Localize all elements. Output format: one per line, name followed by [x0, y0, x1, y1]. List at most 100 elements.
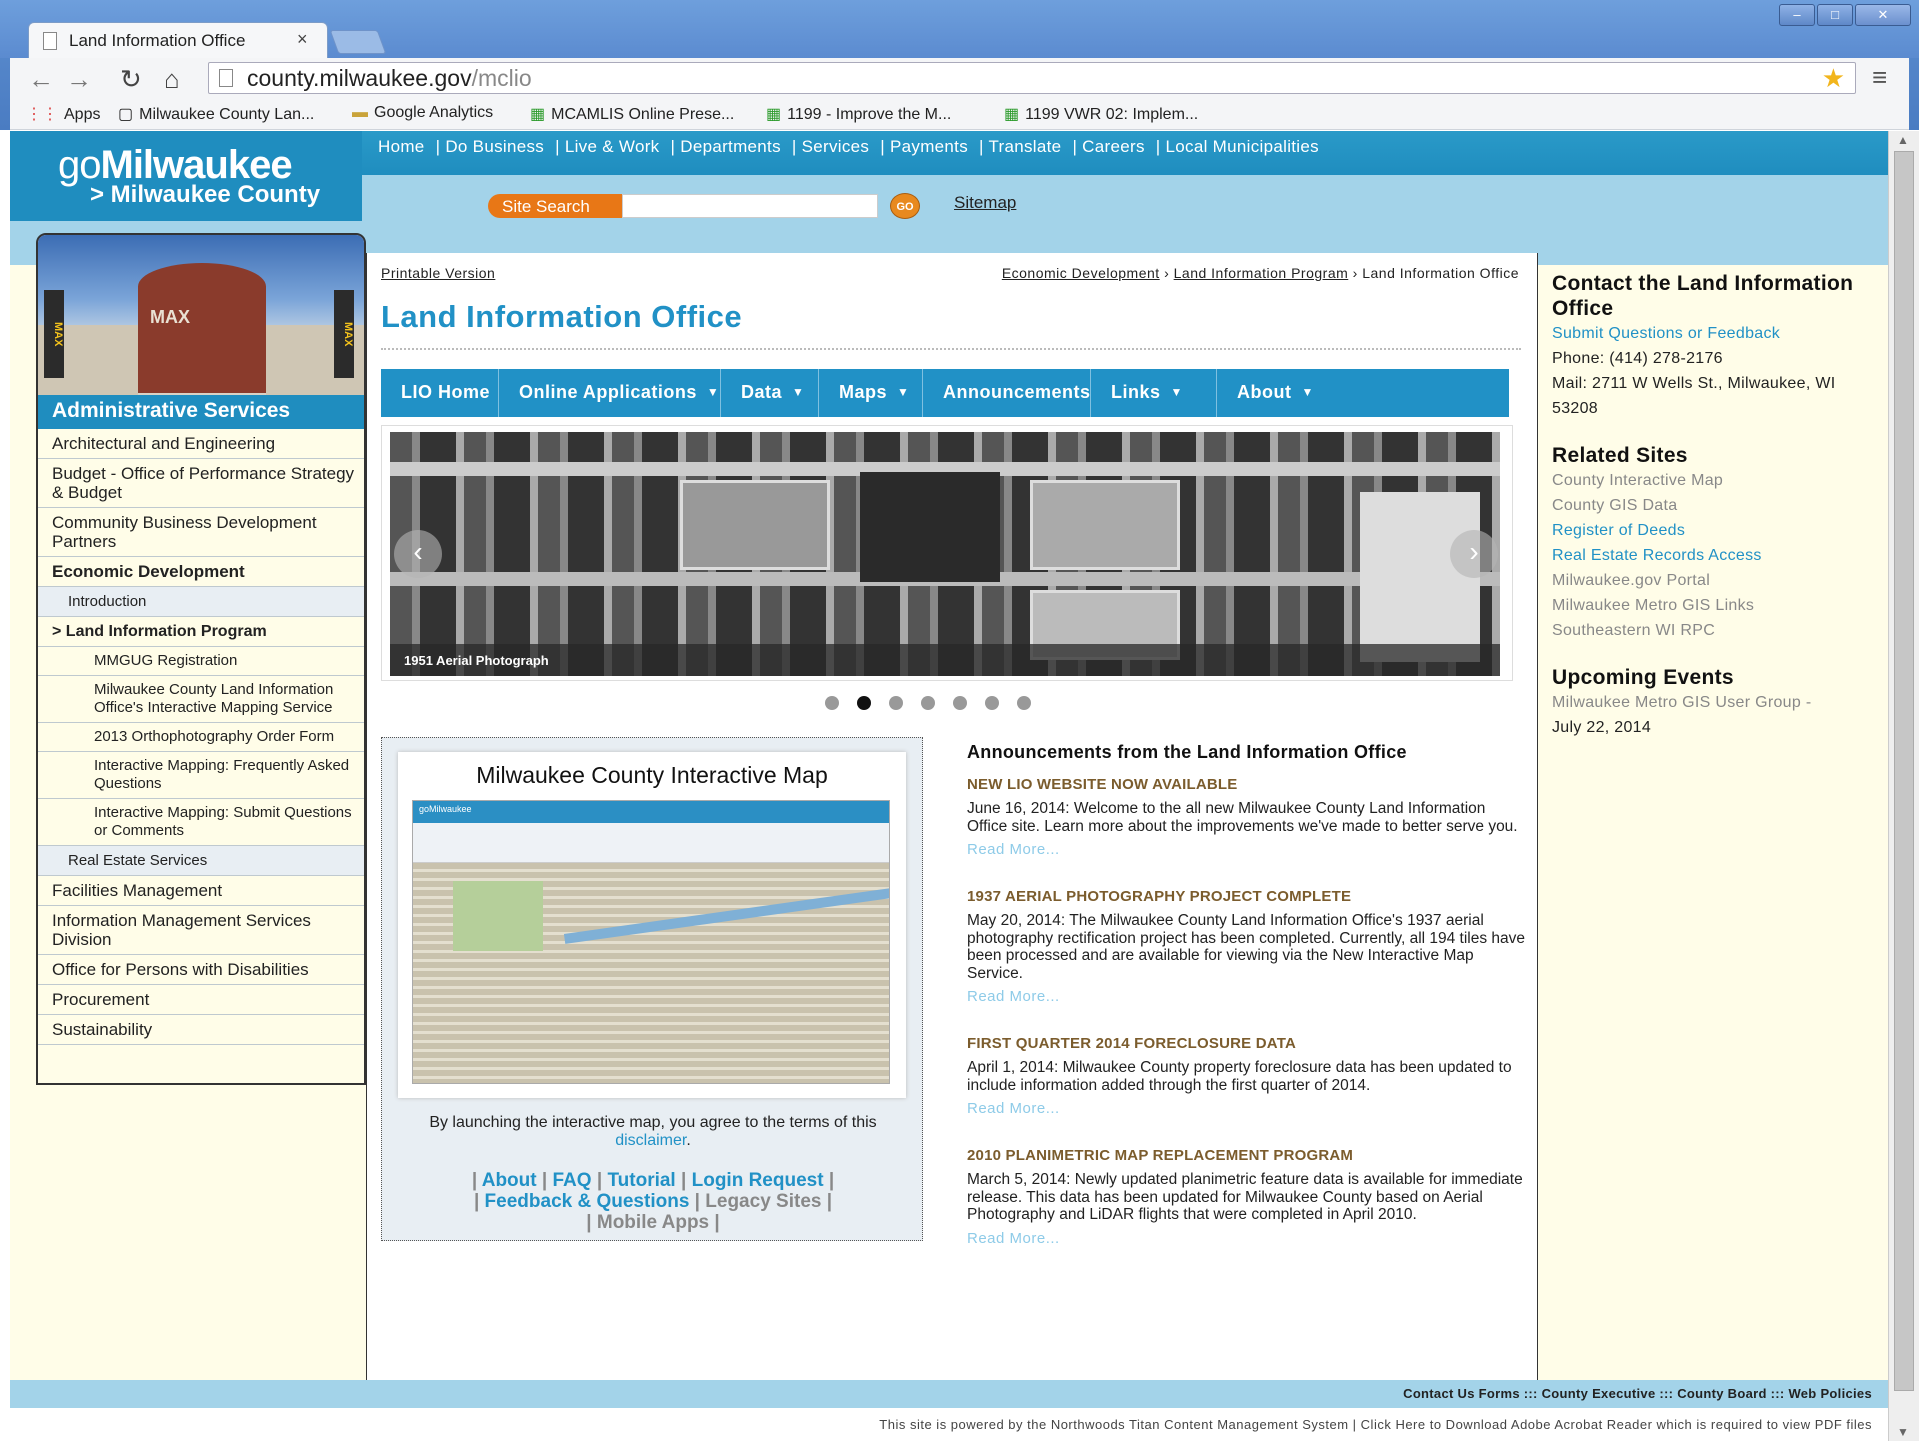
menu-data[interactable]: Data ▼ [721, 369, 819, 417]
read-more-link[interactable]: Read More... [967, 1230, 1527, 1247]
topnav-home[interactable]: Home [378, 137, 425, 156]
minimize-icon[interactable]: – [1779, 4, 1815, 26]
related-site-link[interactable]: Register of Deeds [1552, 518, 1872, 543]
sidebar-item[interactable]: Milwaukee County Land Information Office… [38, 676, 364, 723]
bookmark-item[interactable]: ▦ MCAMLIS Online Prese... [530, 104, 734, 124]
sidebar-item[interactable]: Interactive Mapping: Submit Questions or… [38, 799, 364, 846]
address-bar[interactable]: county.milwaukee.gov/mclio ★ [208, 62, 1856, 94]
announcement-title[interactable]: 2010 PLANIMETRIC MAP REPLACEMENT PROGRAM [967, 1147, 1527, 1164]
topnav-live-work[interactable]: | Live & Work [555, 137, 659, 156]
slider-dot[interactable] [857, 696, 871, 710]
read-more-link[interactable]: Read More... [967, 841, 1527, 858]
topnav-do-business[interactable]: | Do Business [436, 137, 544, 156]
sidebar-item[interactable]: Introduction [38, 587, 364, 617]
forward-icon[interactable]: → [66, 64, 92, 95]
slider-dot[interactable] [985, 696, 999, 710]
slider-dot[interactable] [953, 696, 967, 710]
submit-questions-link[interactable]: Submit Questions or Feedback [1552, 321, 1872, 346]
read-more-link[interactable]: Read More... [967, 1100, 1527, 1117]
sidebar-item[interactable]: Procurement [38, 985, 364, 1015]
map-link-mobile-apps[interactable]: Mobile Apps [597, 1212, 709, 1233]
map-link-feedback[interactable]: Feedback & Questions [485, 1191, 690, 1212]
sidebar-item[interactable]: Real Estate Services [38, 846, 364, 876]
bookmark-item[interactable]: ▦ 1199 - Improve the M... [766, 104, 951, 124]
printable-version-link[interactable]: Printable Version [381, 265, 495, 281]
sidebar-item[interactable]: Sustainability [38, 1015, 364, 1045]
browser-tab[interactable]: Land Information Office × [28, 22, 328, 58]
menu-announcements[interactable]: Announcements [923, 369, 1091, 417]
slider-dot[interactable] [1017, 696, 1031, 710]
tab-close-icon[interactable]: × [297, 29, 308, 50]
related-site-link[interactable]: County Interactive Map [1552, 468, 1872, 493]
event-link[interactable]: Milwaukee Metro GIS User Group - [1552, 690, 1872, 715]
topnav-translate[interactable]: | Translate [979, 137, 1061, 156]
sidebar-item[interactable]: Architectural and Engineering [38, 429, 364, 459]
nav-heading[interactable]: Administrative Services [38, 395, 364, 429]
reload-icon[interactable]: ↻ [120, 64, 142, 95]
menu-links[interactable]: Links ▼ [1091, 369, 1217, 417]
bookmark-apps[interactable]: ⋮⋮ Apps [26, 104, 100, 124]
site-search-input[interactable] [622, 194, 878, 218]
map-link-login-request[interactable]: Login Request [692, 1170, 824, 1191]
menu-icon[interactable]: ≡ [1872, 62, 1887, 93]
map-screenshot[interactable]: goMilwaukee [412, 800, 890, 1084]
sidebar-item[interactable]: Economic Development [38, 557, 364, 587]
read-more-link[interactable]: Read More... [967, 988, 1527, 1005]
related-site-link[interactable]: County GIS Data [1552, 493, 1872, 518]
breadcrumb-economic-development[interactable]: Economic Development [1002, 265, 1160, 281]
sitemap-link[interactable]: Sitemap [954, 193, 1016, 213]
scroll-down-icon[interactable]: ▼ [1897, 1425, 1909, 1439]
slider-next-icon[interactable]: › [1450, 530, 1498, 578]
sidebar-item[interactable]: Budget - Office of Performance Strategy … [38, 459, 364, 508]
map-card[interactable]: Milwaukee County Interactive Map goMilwa… [398, 752, 906, 1098]
breadcrumb-land-information-program[interactable]: Land Information Program [1174, 265, 1349, 281]
sidebar-item[interactable]: > Land Information Program [38, 617, 364, 647]
site-logo[interactable]: goMilwaukee > Milwaukee County [10, 131, 362, 221]
back-icon[interactable]: ← [28, 64, 54, 95]
sidebar-item[interactable]: 2013 Orthophotography Order Form [38, 723, 364, 752]
sidebar-item[interactable]: Information Management Services Division [38, 906, 364, 955]
sidebar-item[interactable]: Facilities Management [38, 876, 364, 906]
disclaimer-link[interactable]: disclaimer [615, 1132, 686, 1149]
bookmark-star-icon[interactable]: ★ [1822, 63, 1845, 94]
bookmark-item[interactable]: ▢ Milwaukee County Lan... [118, 104, 314, 124]
scroll-up-icon[interactable]: ▲ [1897, 133, 1909, 147]
menu-lio-home[interactable]: LIO Home [381, 369, 499, 417]
menu-online-applications[interactable]: Online Applications ▼ [499, 369, 721, 417]
slider-dot[interactable] [921, 696, 935, 710]
map-link-tutorial[interactable]: Tutorial [607, 1170, 675, 1191]
topnav-departments[interactable]: | Departments [671, 137, 781, 156]
sidebar-item[interactable]: Community Business Development Partners [38, 508, 364, 557]
scrollbar[interactable]: ▲ ▼ [1888, 131, 1919, 1441]
menu-maps[interactable]: Maps ▼ [819, 369, 923, 417]
related-site-link[interactable]: Real Estate Records Access [1552, 543, 1872, 568]
related-site-link[interactable]: Milwaukee Metro GIS Links [1552, 593, 1872, 618]
maximize-icon[interactable]: □ [1817, 4, 1853, 26]
home-icon[interactable]: ⌂ [164, 64, 180, 95]
related-site-link[interactable]: Southeastern WI RPC [1552, 618, 1872, 643]
bookmark-item[interactable]: ▦ 1199 VWR 02: Implem... [1004, 104, 1198, 124]
announcement-title[interactable]: FIRST QUARTER 2014 FORECLOSURE DATA [967, 1035, 1527, 1052]
topnav-careers[interactable]: | Careers [1072, 137, 1144, 156]
map-link-about[interactable]: About [482, 1170, 537, 1191]
go-button[interactable]: GO [890, 193, 920, 219]
topnav-payments[interactable]: | Payments [880, 137, 968, 156]
slider-dot[interactable] [825, 696, 839, 710]
menu-about[interactable]: About ▼ [1217, 369, 1343, 417]
map-link-faq[interactable]: FAQ [553, 1170, 592, 1191]
bookmark-item[interactable]: ▬ Google Analytics [352, 104, 493, 122]
map-link-legacy-sites[interactable]: Legacy Sites [705, 1191, 821, 1212]
new-tab-button[interactable] [329, 30, 387, 54]
topnav-services[interactable]: | Services [792, 137, 869, 156]
scroll-thumb[interactable] [1894, 151, 1914, 1391]
slider-dot[interactable] [889, 696, 903, 710]
sidebar-item[interactable]: Interactive Mapping: Frequently Asked Qu… [38, 752, 364, 799]
sidebar-item[interactable]: Office for Persons with Disabilities [38, 955, 364, 985]
related-site-link[interactable]: Milwaukee.gov Portal [1552, 568, 1872, 593]
slider-prev-icon[interactable]: ‹ [394, 530, 442, 578]
sidebar-item[interactable]: MMGUG Registration [38, 647, 364, 676]
announcement-title[interactable]: 1937 AERIAL PHOTOGRAPHY PROJECT COMPLETE [967, 888, 1527, 905]
footer-links[interactable]: Contact Us Forms ::: County Executive ::… [10, 1380, 1888, 1408]
window-close-icon[interactable]: ✕ [1855, 4, 1911, 26]
announcement-title[interactable]: NEW LIO WEBSITE NOW AVAILABLE [967, 776, 1527, 793]
